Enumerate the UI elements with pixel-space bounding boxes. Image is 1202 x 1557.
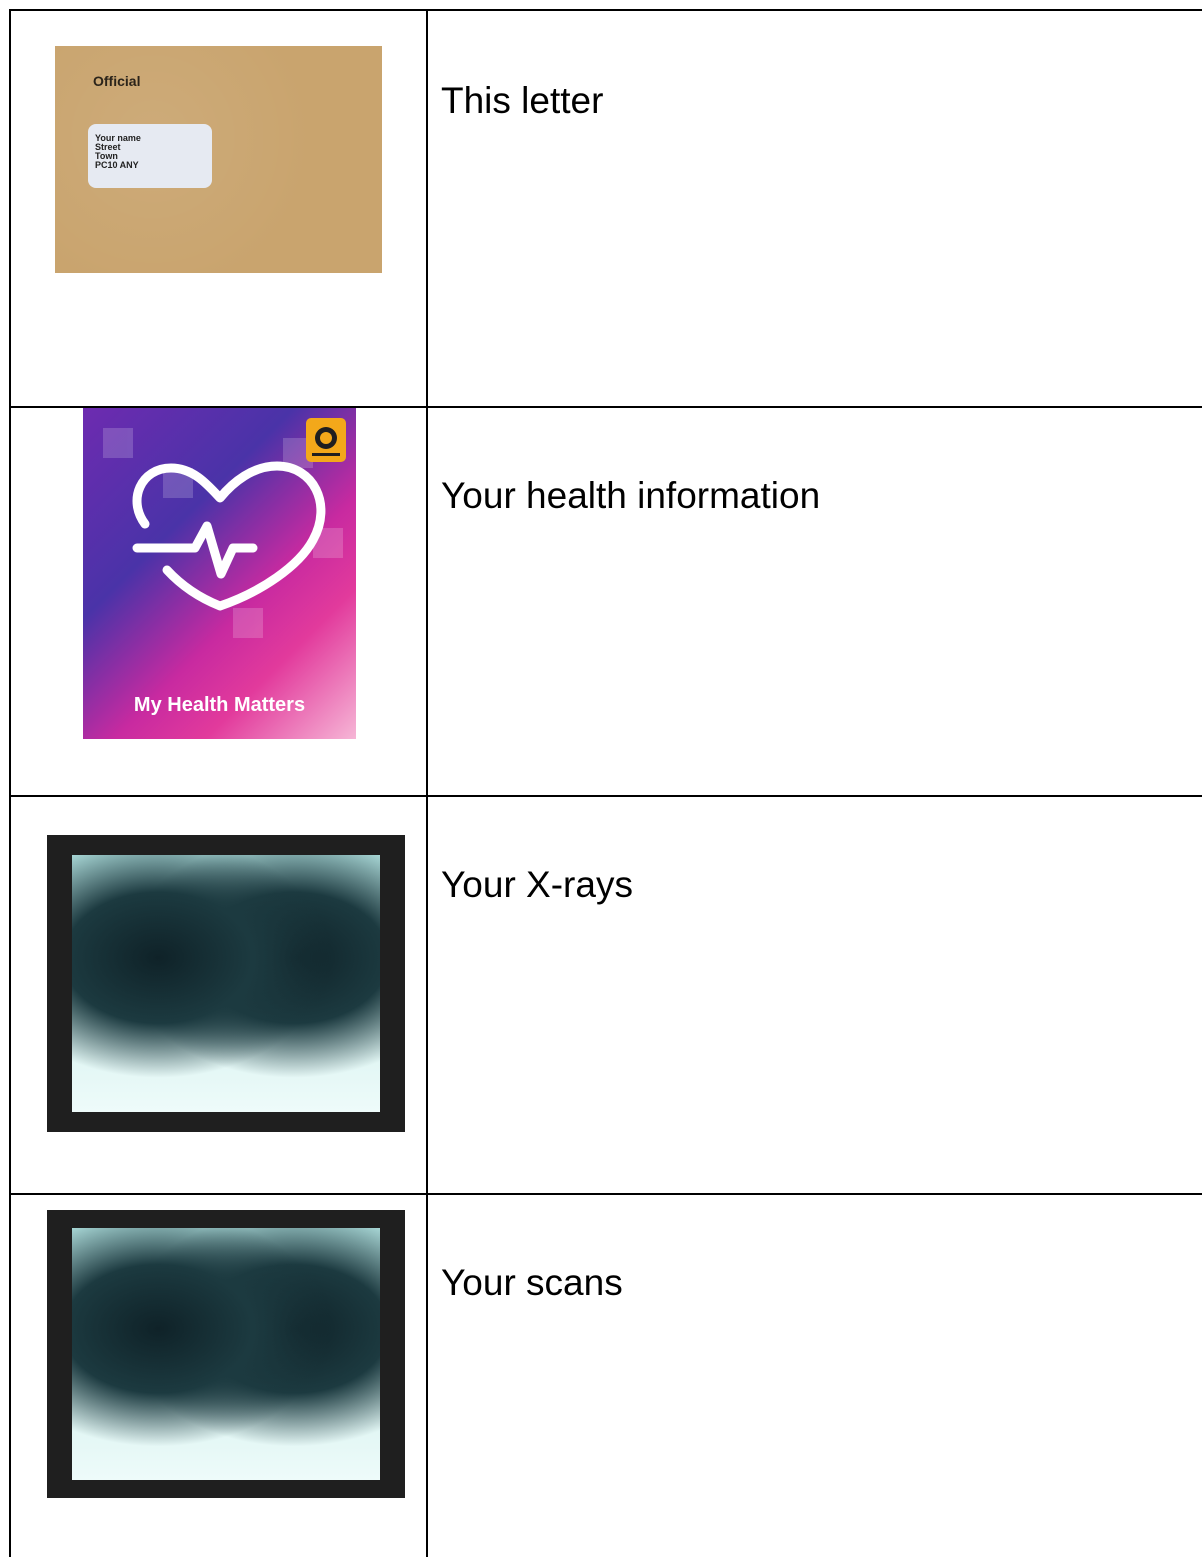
column-divider <box>426 9 428 1557</box>
health-booklet-image: My Health Matters <box>83 408 356 739</box>
table-border-left <box>9 9 11 1557</box>
xray-film <box>72 855 380 1112</box>
envelope-address-window: Your name Street Town PC10 ANY <box>88 124 212 188</box>
address-line: PC10 ANY <box>95 160 139 170</box>
scan-image <box>47 1210 405 1498</box>
badge-icon <box>306 418 346 462</box>
table-border-top <box>9 9 1202 11</box>
envelope-heading: Official <box>93 73 141 89</box>
row-label-xrays: Your X-rays <box>441 864 633 905</box>
scan-film <box>72 1228 380 1480</box>
row-divider-2 <box>9 795 1202 797</box>
row-divider-3 <box>9 1193 1202 1195</box>
envelope-address: Your name Street Town PC10 ANY <box>95 134 141 170</box>
booklet-title: My Health Matters <box>133 694 306 716</box>
row-label-health-information: Your health information <box>441 475 821 516</box>
badge-emblem <box>312 427 340 456</box>
envelope-image: Official Your name Street Town PC10 ANY <box>55 46 382 273</box>
xray-image <box>47 835 405 1132</box>
row-label-scans: Your scans <box>441 1262 623 1303</box>
row-label-letter: This letter <box>441 80 604 121</box>
